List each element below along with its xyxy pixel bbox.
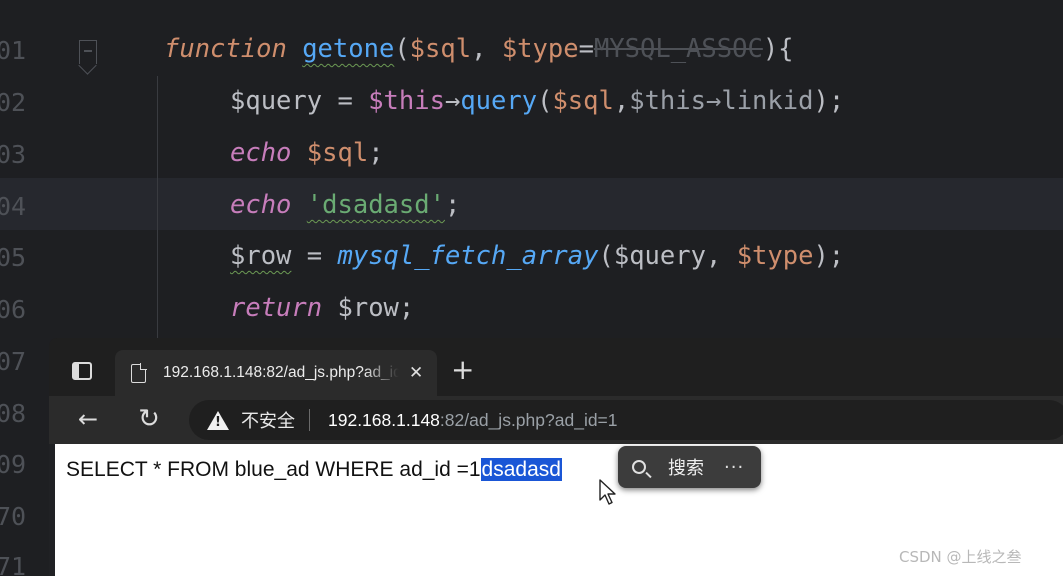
arrow: → — [444, 86, 461, 116]
property-linkid: linkid — [721, 86, 814, 116]
line-number: 70 — [0, 502, 27, 531]
code-line[interactable]: function getone($sql, $type=MYSQL_ASSOC)… — [164, 34, 794, 64]
indent-guide — [157, 76, 158, 338]
deprecated-constant: MYSQL_ASSOC — [593, 34, 763, 64]
paren: ( — [394, 34, 410, 64]
comma: , — [613, 86, 630, 116]
url-host: 192.168.1.148 — [328, 409, 440, 430]
var-query: $query — [230, 86, 323, 116]
new-tab-button[interactable]: + — [451, 356, 474, 384]
var-row: $row — [337, 293, 399, 323]
method-query: query — [460, 86, 538, 116]
warning-icon[interactable] — [207, 410, 229, 430]
tab-title: 192.168.1.148:82/ad_js.php?ad_id=1 — [163, 364, 399, 381]
paren-semicolon: ); — [813, 241, 845, 271]
line-number: 09 — [0, 450, 27, 479]
tab-active[interactable]: 192.168.1.148:82/ad_js.php?ad_id=1 ✕ — [115, 350, 437, 396]
param-sql: $sql — [409, 34, 472, 64]
function-name: getone — [302, 34, 395, 64]
comma: , — [471, 34, 502, 64]
keyword-echo: echo — [230, 138, 292, 168]
more-options-icon[interactable]: ··· — [724, 457, 744, 478]
line-number: 06 — [0, 295, 27, 324]
line-number: 01 — [0, 36, 27, 65]
sql-output: SELECT * FROM blue_ad WHERE ad_id =1 — [66, 458, 481, 481]
equals: = — [578, 34, 594, 64]
selected-text[interactable]: dsadasd — [480, 458, 562, 481]
semicolon: ; — [368, 138, 384, 168]
current-line-highlight — [0, 178, 1063, 230]
line-number: 08 — [0, 399, 27, 428]
address-bar[interactable]: 不安全 192.168.1.148:82/ad_js.php?ad_id=1 — [189, 400, 1063, 440]
var-sql: $sql — [552, 86, 614, 116]
page-output-text[interactable]: SELECT * FROM blue_ad WHERE ad_id =1dsad… — [66, 458, 562, 482]
var-query: $query — [613, 241, 706, 271]
keyword-echo: echo — [230, 190, 292, 220]
close-tab-icon[interactable]: ✕ — [409, 363, 423, 383]
watermark: CSDN @上线之叁 — [899, 548, 1022, 566]
sidebar-window-icon — [72, 362, 92, 380]
paren-brace: ){ — [762, 34, 794, 64]
string-literal: 'dsadasd' — [306, 190, 445, 220]
back-arrow-icon[interactable]: ← — [73, 404, 103, 434]
var-type: $type — [736, 241, 814, 271]
url-text[interactable]: 192.168.1.148:82/ad_js.php?ad_id=1 — [328, 410, 618, 431]
function-mysql-fetch-array: mysql_fetch_array — [337, 241, 599, 271]
paren-semicolon: ); — [813, 86, 845, 116]
assign: = — [291, 241, 338, 271]
assign: = — [322, 86, 369, 116]
line-number: 71 — [0, 552, 27, 576]
tab-actions-button[interactable] — [63, 354, 101, 388]
security-status[interactable]: 不安全 — [241, 407, 295, 433]
fold-marker-icon[interactable] — [79, 40, 97, 64]
tab-strip: 192.168.1.148:82/ad_js.php?ad_id=1 ✕ + — [49, 338, 1063, 396]
code-line[interactable]: $row = mysql_fetch_array($query, $type); — [230, 241, 845, 271]
this-keyword: $this — [629, 86, 706, 116]
arrow: → — [705, 86, 722, 116]
keyword-function: function — [164, 34, 287, 64]
page-icon — [131, 362, 147, 383]
var-sql: $sql — [306, 138, 369, 168]
line-number: 07 — [0, 347, 27, 376]
line-number: 05 — [0, 243, 27, 272]
var-row: $row — [230, 241, 292, 271]
line-number: 04 — [0, 192, 27, 221]
code-line[interactable]: echo 'dsadasd'; — [230, 190, 461, 220]
browser-window: 192.168.1.148:82/ad_js.php?ad_id=1 ✕ + ←… — [49, 338, 1063, 576]
comma: , — [705, 241, 737, 271]
paren: ( — [598, 241, 614, 271]
search-icon[interactable] — [632, 460, 646, 474]
selection-popup: 搜索 ··· — [618, 446, 761, 488]
code-line[interactable]: return $row; — [230, 293, 415, 323]
this-keyword: $this — [368, 86, 445, 116]
search-button[interactable]: 搜索 — [668, 454, 704, 480]
mouse-cursor-icon — [599, 479, 616, 505]
keyword-return: return — [230, 293, 323, 323]
semicolon: ; — [398, 293, 415, 323]
paren: ( — [537, 86, 553, 116]
line-number: 02 — [0, 88, 27, 117]
address-separator — [309, 409, 310, 431]
browser-toolbar: ← ↻ 不安全 192.168.1.148:82/ad_js.php?ad_id… — [49, 396, 1063, 444]
code-line[interactable]: $query = $this→query($sql,$this→linkid); — [230, 86, 845, 116]
semicolon: ; — [444, 190, 461, 220]
param-type: $type — [501, 34, 579, 64]
line-number: 03 — [0, 140, 27, 169]
reload-icon[interactable]: ↻ — [134, 404, 164, 434]
url-path: :82/ad_js.php?ad_id=1 — [439, 409, 618, 430]
code-line[interactable]: echo $sql; — [230, 138, 384, 168]
